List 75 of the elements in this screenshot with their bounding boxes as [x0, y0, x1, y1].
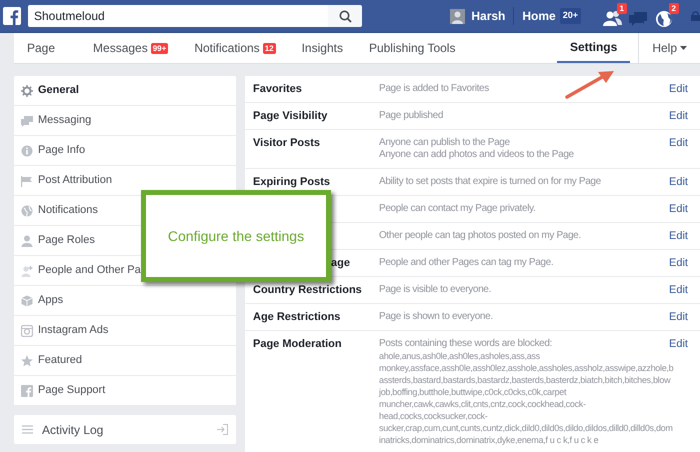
- search-button[interactable]: [328, 5, 362, 27]
- edit-link[interactable]: Edit: [669, 137, 688, 149]
- count-badge: 12: [262, 42, 276, 54]
- setting-value: Page published: [379, 110, 444, 122]
- setting-value: People and other Pages can tag my Page.: [379, 257, 554, 269]
- lock-icon: [691, 11, 700, 21]
- camera-icon: [21, 324, 33, 336]
- gear-icon: [21, 84, 33, 96]
- setting-value: Ability to set posts that expire is turned on for my Page: [379, 176, 601, 188]
- notification-badge: 2: [668, 3, 679, 14]
- nav-tab[interactable]: Messages 99+: [80, 33, 182, 63]
- chat-icon: [21, 114, 33, 126]
- notification-badge: 1: [616, 3, 627, 14]
- home-link[interactable]: Home 20+: [514, 0, 599, 32]
- sign-in-icon: [217, 424, 228, 435]
- avatar-icon: [450, 8, 466, 24]
- nav-tab[interactable]: Help: [638, 33, 700, 63]
- info-icon: [21, 144, 33, 156]
- person-icon: [21, 234, 33, 246]
- globe-icon: [21, 204, 33, 216]
- setting-label: age: [331, 257, 350, 269]
- sidebar-item[interactable]: Apps: [14, 286, 236, 316]
- setting-value: Page is shown to everyone.: [379, 311, 493, 323]
- globe-icon[interactable]: [654, 9, 674, 27]
- edit-link[interactable]: Edit: [669, 83, 688, 95]
- sidebar-item[interactable]: General: [14, 76, 236, 106]
- sidebar-item[interactable]: Page Info: [14, 136, 236, 166]
- nav-tab[interactable]: Page: [14, 33, 80, 63]
- setting-value: Page is visible to everyone.: [379, 284, 491, 296]
- edit-link[interactable]: Edit: [669, 203, 688, 215]
- sidebar-item[interactable]: Featured: [14, 346, 236, 376]
- search-icon: [338, 10, 352, 22]
- setting-value: Posts containing these words are blocked:: [379, 338, 552, 350]
- sidebar-item[interactable]: Instagram Ads: [14, 316, 236, 346]
- count-badge: 99+: [150, 42, 168, 54]
- facebook-logo-icon: [21, 384, 33, 396]
- caret-icon: [680, 46, 687, 50]
- setting-label: Expiring Posts: [253, 176, 330, 188]
- nav-tab[interactable]: Publishing Tools: [356, 33, 468, 63]
- activity-log-link[interactable]: Activity Log: [14, 415, 236, 444]
- setting-value: Anyone can publish to the Page: [379, 137, 510, 149]
- setting-value: Anyone can add photos and videos to the Page: [379, 149, 574, 161]
- search-field[interactable]: Shoutmeloud: [28, 5, 328, 27]
- star-icon: [21, 354, 33, 366]
- setting-value: Page is added to Favorites: [379, 83, 489, 95]
- edit-link[interactable]: Edit: [669, 338, 688, 350]
- setting-label: Visitor Posts: [253, 137, 320, 149]
- cube-icon: [21, 294, 33, 306]
- sidebar-item[interactable]: Messaging: [14, 106, 236, 136]
- setting-value: ahole,anus,ash0le,ash0les,asholes,ass,ass monkey,assface,assh0le,assh0lez,asshole,assholes,assholz,asswipe,azzhole,b assterds,bastard,bastards,bastardz,basterds,basterdz,biatch,bitch,bitches,blow job,boffing,butthole,buttwipe,c0ck,c0cks,c0k,carpet muncher,cawk,cawks,clit,cnts,cntz,cock,cockhead,cock- head,cocks,cocksucker,cock- sucker,crap,cum,cunt,cunts,cuntz,dick,dild0,dild0s,dildo,dildos,dilld0,dilld0s,dom inatricks,dominatrics,dominatrix,dyke,enema,f u c k,f u c k e: [379, 350, 674, 446]
- setting-label: Page Visibility: [253, 110, 328, 122]
- pointer-arrow: [564, 69, 616, 100]
- edit-link[interactable]: Edit: [669, 110, 688, 122]
- flag-icon: [21, 174, 33, 186]
- person-plus-icon: [21, 264, 33, 276]
- friends-icon[interactable]: [602, 9, 622, 27]
- edit-link[interactable]: Edit: [669, 230, 688, 242]
- edit-link[interactable]: Edit: [669, 311, 688, 323]
- nav-tab[interactable]: Settings: [556, 33, 630, 63]
- edit-link[interactable]: Edit: [669, 176, 688, 188]
- edit-link[interactable]: Edit: [669, 257, 688, 269]
- setting-label: Page Moderation: [253, 338, 342, 350]
- setting-value: People can contact my Page privately.: [379, 203, 536, 215]
- sidebar-item[interactable]: Page Support: [14, 376, 236, 406]
- count-badge: 20+: [560, 8, 581, 24]
- profile-link[interactable]: Harsh: [450, 7, 514, 25]
- nav-tab[interactable]: Insights: [288, 33, 356, 63]
- facebook-logo-icon[interactable]: [3, 7, 21, 25]
- setting-label: Age Restrictions: [253, 311, 340, 323]
- setting-label: Favorites: [253, 83, 302, 95]
- edit-link[interactable]: Edit: [669, 284, 688, 296]
- setting-label: Country Restrictions: [253, 284, 362, 296]
- nav-tab[interactable]: Notifications 12: [181, 33, 289, 63]
- setting-value: Other people can tag photos posted on my Page.: [379, 230, 581, 242]
- list-icon: [22, 425, 33, 434]
